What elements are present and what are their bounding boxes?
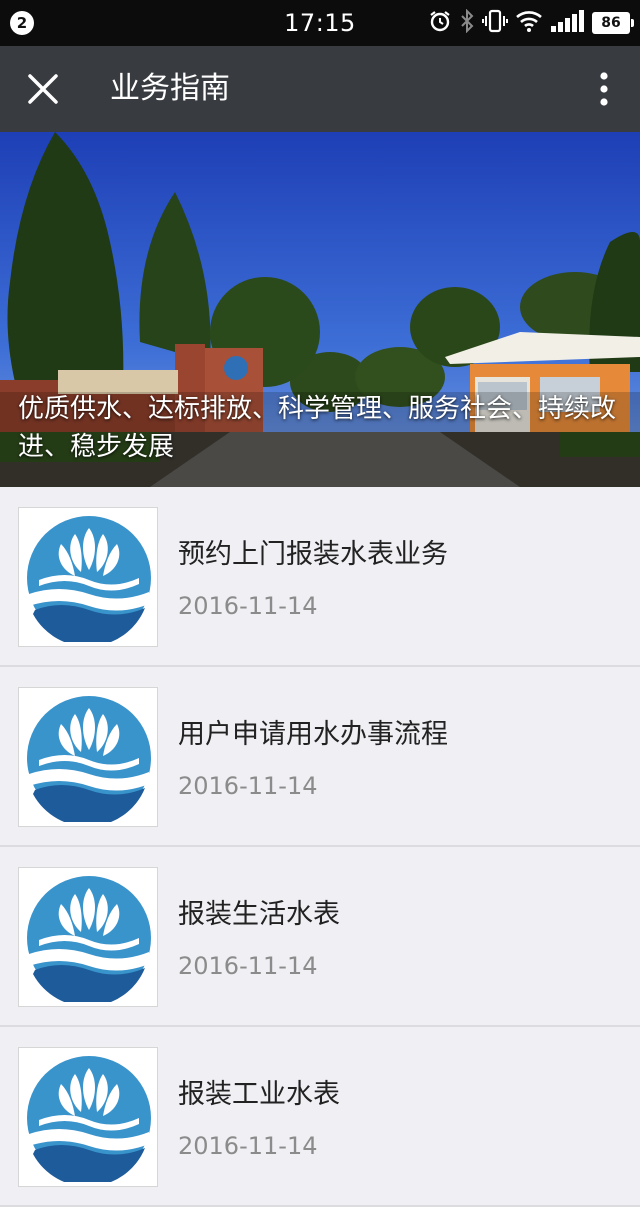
bluetooth-icon — [460, 8, 474, 37]
list-item[interactable]: 报装生活水表 2016-11-14 — [0, 847, 640, 1027]
close-icon — [28, 74, 58, 104]
close-button[interactable] — [22, 68, 64, 110]
water-company-logo-icon — [27, 876, 151, 1002]
article-list: 预约上门报装水表业务 2016-11-14 用户申请用水办事流程 2016-11… — [0, 487, 640, 1207]
item-date: 2016-11-14 — [178, 952, 318, 980]
banner-caption: 优质供水、达标排放、科学管理、服务社会、持续改进、稳步发展 — [18, 394, 617, 462]
item-thumbnail — [18, 1047, 158, 1187]
item-date: 2016-11-14 — [178, 592, 318, 620]
item-date: 2016-11-14 — [178, 1132, 318, 1160]
item-title: 报装生活水表 — [178, 899, 340, 930]
status-bar: 2 17:15 86 — [0, 0, 640, 46]
item-date: 2016-11-14 — [178, 772, 318, 800]
wifi-icon — [516, 10, 542, 36]
alarm-icon — [428, 9, 452, 37]
more-vertical-icon — [600, 72, 608, 106]
more-options-button[interactable] — [592, 68, 616, 110]
top-nav-bar: 业务指南 — [0, 46, 640, 132]
item-title: 报装工业水表 — [178, 1079, 340, 1110]
water-company-logo-icon — [27, 1056, 151, 1182]
item-thumbnail — [18, 687, 158, 827]
vibrate-icon — [482, 9, 508, 37]
item-title: 用户申请用水办事流程 — [178, 719, 448, 750]
item-thumbnail — [18, 507, 158, 647]
page-title: 业务指南 — [110, 71, 230, 106]
banner[interactable]: 优质供水、达标排放、科学管理、服务社会、持续改进、稳步发展 — [0, 132, 640, 487]
battery-icon: 86 — [592, 12, 634, 34]
list-item[interactable]: 报装工业水表 2016-11-14 — [0, 1027, 640, 1207]
item-thumbnail — [18, 867, 158, 1007]
item-title: 预约上门报装水表业务 — [178, 539, 448, 570]
water-company-logo-icon — [27, 516, 151, 642]
list-item[interactable]: 用户申请用水办事流程 2016-11-14 — [0, 667, 640, 847]
water-company-logo-icon — [27, 696, 151, 822]
signal-icon — [550, 10, 584, 36]
list-item[interactable]: 预约上门报装水表业务 2016-11-14 — [0, 487, 640, 667]
